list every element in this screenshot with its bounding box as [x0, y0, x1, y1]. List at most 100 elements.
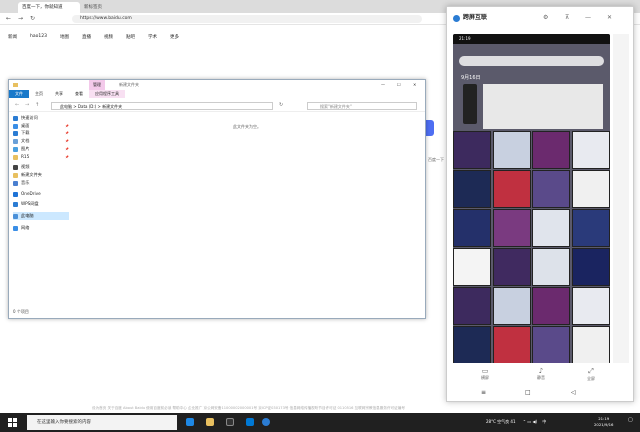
close-icon[interactable]: ✕: [607, 7, 612, 29]
app-thumbnail[interactable]: [453, 326, 491, 364]
nav-item[interactable]: 文档 📌: [13, 137, 69, 145]
nav-item[interactable]: R15 📌: [13, 153, 69, 161]
ribbon-tab-file[interactable]: 文件: [9, 90, 29, 98]
nav-item[interactable]: OneDrive: [13, 190, 69, 198]
app-thumbnail[interactable]: [571, 287, 610, 325]
mail-icon[interactable]: [246, 418, 254, 426]
phone-link-icon[interactable]: [262, 418, 270, 426]
nav-item[interactable]: 下载 📌: [13, 129, 69, 137]
app-thumbnail[interactable]: [453, 170, 491, 208]
taskbar-clock[interactable]: 21:19 2021/9/16: [594, 416, 613, 428]
nav-item-label: 快速访问: [21, 115, 38, 120]
taskbar-search-input[interactable]: 在这里输入你要搜索的内容: [27, 415, 177, 430]
forward-icon[interactable]: →: [25, 102, 29, 108]
tab-title: 百度一下，你就知道: [22, 5, 63, 10]
nav-link[interactable]: 学术: [148, 34, 157, 42]
app-thumbnail[interactable]: [453, 131, 491, 169]
app-thumbnail[interactable]: [492, 131, 531, 169]
nav-item[interactable]: 视频: [13, 163, 69, 171]
nav-link[interactable]: 视频: [104, 34, 113, 42]
pin-icon[interactable]: ⊼: [565, 7, 569, 29]
close-icon[interactable]: ✕: [413, 80, 416, 90]
app-thumbnail[interactable]: [453, 209, 491, 247]
notification-icon[interactable]: ▢: [628, 417, 635, 427]
store-icon[interactable]: [226, 418, 234, 426]
file-explorer-icon[interactable]: [206, 418, 214, 426]
baidu-search-button[interactable]: [426, 120, 434, 136]
home-icon[interactable]: □: [525, 389, 531, 396]
minimize-icon[interactable]: —: [585, 7, 591, 29]
browser-tab-active[interactable]: 百度一下，你就知道: [18, 2, 80, 13]
nav-item[interactable]: 快速访问: [13, 114, 69, 122]
refresh-icon[interactable]: ↻: [30, 15, 35, 22]
app-thumbnail[interactable]: [492, 248, 531, 286]
ribbon-tab-home[interactable]: 主页: [29, 90, 49, 98]
app-thumbnail[interactable]: [532, 170, 570, 208]
video-icon: [13, 164, 18, 170]
maximize-icon[interactable]: ☐: [397, 80, 401, 90]
context-tab[interactable]: 管理: [89, 80, 105, 90]
start-icon[interactable]: [8, 418, 17, 427]
app-thumbnail[interactable]: [532, 248, 570, 286]
nav-link[interactable]: 地图: [60, 34, 69, 42]
edge-icon[interactable]: [186, 418, 194, 426]
browser-tab[interactable]: 新标签页: [80, 2, 140, 13]
app-thumbnail[interactable]: [453, 248, 491, 286]
app-thumbnail[interactable]: [492, 170, 531, 208]
refresh-icon[interactable]: ↻: [279, 102, 283, 108]
back-icon[interactable]: ←: [15, 102, 19, 108]
app-thumbnail[interactable]: [492, 287, 531, 325]
app-thumbnail[interactable]: [532, 131, 570, 169]
download-icon: [13, 130, 18, 136]
address-bar[interactable]: https://www.baidu.com: [72, 15, 422, 23]
nav-item[interactable]: WPS网盘: [13, 200, 69, 208]
computer-icon: [13, 213, 18, 219]
app-thumbnail[interactable]: [571, 170, 610, 208]
back-icon[interactable]: ◁: [571, 389, 576, 396]
nav-item[interactable]: 此电脑: [13, 212, 69, 220]
nav-item[interactable]: 音乐: [13, 179, 69, 187]
breadcrumb-item[interactable]: 新建文件夹: [102, 104, 122, 109]
nav-link[interactable]: 新闻: [8, 34, 17, 42]
nav-item[interactable]: 网络: [13, 224, 69, 232]
phone-search-bar[interactable]: [459, 56, 604, 66]
nav-item[interactable]: 新建文件夹: [13, 171, 69, 179]
fullscreen-button[interactable]: ⤢ 全屏: [571, 367, 611, 382]
file-list-area[interactable]: 此文件夹为空。: [71, 114, 423, 304]
app-thumbnail[interactable]: [492, 209, 531, 247]
path-breadcrumb[interactable]: 此电脑 > Data (D:) > 新建文件夹: [51, 102, 273, 110]
search-input[interactable]: 搜索"新建文件夹": [307, 102, 417, 110]
ribbon-tab-share[interactable]: 共享: [49, 90, 69, 98]
app-thumbnail[interactable]: [532, 326, 570, 364]
app-thumbnail[interactable]: [571, 209, 610, 247]
nav-link[interactable]: 贴吧: [126, 34, 135, 42]
app-thumbnail[interactable]: [532, 287, 570, 325]
nav-item[interactable]: 图片 📌: [13, 145, 69, 153]
ribbon-tab-app-tools[interactable]: 应用程序工具: [89, 90, 125, 98]
input-language[interactable]: 中: [542, 419, 546, 424]
phone-screen[interactable]: 21:19 9月16日: [453, 34, 610, 364]
ribbon-tab-view[interactable]: 查看: [69, 90, 89, 98]
forward-icon[interactable]: →: [18, 15, 23, 22]
system-tray[interactable]: 28°C 空气良 41 ⌃ ▭ ◀) 中: [486, 419, 546, 425]
mute-button[interactable]: ♪ 静音: [521, 367, 561, 381]
app-thumbnail[interactable]: [571, 131, 610, 169]
minimize-icon[interactable]: —: [381, 80, 385, 90]
app-thumbnail[interactable]: [453, 287, 491, 325]
breadcrumb-item[interactable]: 此电脑: [60, 104, 72, 109]
settings-icon[interactable]: ⚙: [543, 7, 548, 29]
menu-icon[interactable]: ≡: [481, 389, 486, 396]
nav-link[interactable]: hao123: [30, 34, 47, 42]
music-icon: [13, 180, 18, 186]
app-thumbnail[interactable]: [532, 209, 570, 247]
breadcrumb-item[interactable]: Data (D:): [78, 104, 96, 109]
up-icon[interactable]: ↑: [35, 102, 39, 108]
app-thumbnail[interactable]: [571, 248, 610, 286]
nav-link[interactable]: 直播: [82, 34, 91, 42]
app-thumbnail[interactable]: [571, 326, 610, 364]
back-icon[interactable]: ←: [6, 15, 11, 22]
weather-text: 28°C 空气良 41: [486, 419, 516, 424]
landscape-button[interactable]: ▭ 横屏: [465, 367, 505, 381]
app-thumbnail[interactable]: [492, 326, 531, 364]
nav-link[interactable]: 更多: [170, 34, 179, 42]
